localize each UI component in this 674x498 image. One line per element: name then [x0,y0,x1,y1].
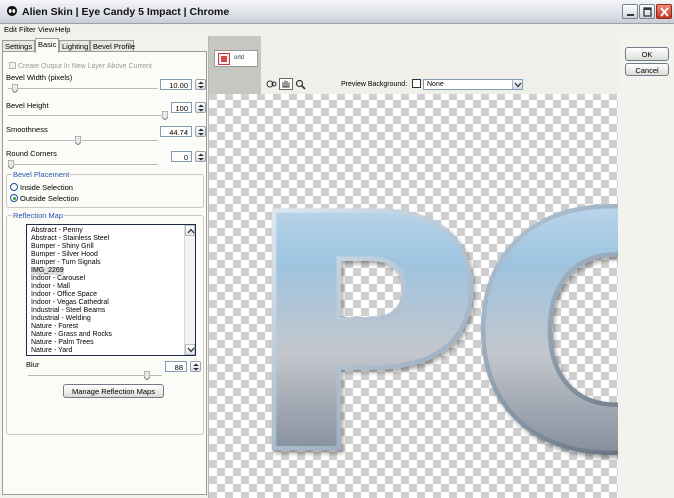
maximize-icon [643,7,652,17]
list-item[interactable]: Nature - Yard [31,347,72,355]
blur-slider-thumb[interactable] [144,371,150,380]
list-item[interactable]: Bumper - Silver Hood [31,251,98,259]
bevel-height-spinner[interactable] [195,102,206,113]
manage-reflection-maps-button[interactable]: Manage Reflection Maps [63,384,164,398]
spinner-icon [198,81,204,89]
blur-spinner[interactable] [190,361,201,372]
menu-bar: Edit Filter View Help [0,24,674,36]
smoothness-slider-thumb[interactable] [75,136,81,145]
scroll-down-button[interactable] [185,344,195,355]
close-icon [660,7,669,17]
minimize-icon [627,14,634,16]
blur-field[interactable]: 88 [165,361,187,372]
reflection-map-list[interactable]: Abstract - Penny Abstract - Stainless Ste… [26,224,196,356]
bevel-height-label: Bevel Height [6,101,49,110]
reflection-map-title: Reflection Map [12,211,65,220]
list-item[interactable]: Industrial - Steel Beams [31,307,105,315]
blur-slider-track[interactable] [28,375,162,377]
cancel-button[interactable]: Cancel [625,63,669,76]
window-title: Alien Skin | Eye Candy 5 Impact | Chrome [22,6,230,18]
spinner-icon [198,153,204,161]
dialog-buttons-panel: OK Cancel [618,36,674,498]
round-corners-slider-track[interactable] [8,164,158,166]
maximize-button[interactable] [639,4,655,19]
preview-letters: PC [247,150,618,498]
smoothness-slider-track[interactable] [8,140,158,142]
bevel-placement-group: Bevel Placement Inside Selection Outside… [6,170,204,208]
inside-selection-label: Inside Selection [20,183,73,192]
tab-basic[interactable]: Basic [35,38,59,53]
bevel-height-slider-thumb[interactable] [162,111,168,120]
bevel-placement-title: Bevel Placement [12,170,71,179]
list-item[interactable]: Indoor - Office Space [31,291,97,299]
bevel-width-spinner[interactable] [195,79,206,90]
settings-panel: Settings Basic Lighting Bevel Profile Cr… [0,36,209,498]
preview-image: PC [243,146,619,498]
list-item[interactable]: Bumper - Turn Signals [31,259,101,267]
blur-label: Blur [26,360,40,369]
smoothness-label: Smoothness [6,125,48,134]
create-output-checkbox[interactable]: Create Output In New Layer Above Current [9,62,152,70]
smoothness-spinner[interactable] [195,126,206,137]
list-item[interactable]: Nature - Forest [31,323,78,331]
preview-canvas[interactable]: orld Preview Background: None PC [209,36,618,498]
smoothness-field[interactable]: 44.74 [160,126,192,137]
round-corners-spinner[interactable] [195,151,206,162]
round-corners-label: Round Corners [6,149,57,158]
preview-text-art: PC [243,146,619,498]
list-item[interactable]: Bumper - Shiny Grill [31,243,94,251]
bevel-width-slider-thumb[interactable] [12,84,18,93]
reflection-map-scrollbar[interactable] [184,225,195,355]
bevel-width-label: Bevel Width (pixels) [6,73,73,82]
ok-button[interactable]: OK [625,47,669,61]
alien-skin-icon [7,6,17,16]
list-item[interactable]: Indoor - Vegas Cathedral [31,299,109,307]
list-item[interactable]: Industrial - Welding [31,315,91,323]
chevron-down-icon [187,347,195,353]
outside-selection-label: Outside Selection [20,194,79,203]
title-bar: Alien Skin | Eye Candy 5 Impact | Chrome [0,0,674,24]
list-item[interactable]: Abstract - Stainless Steel [31,235,109,243]
list-item[interactable]: IMG_2269 [31,267,64,275]
basic-tab-panel: Create Output In New Layer Above Current… [2,51,207,495]
list-item[interactable]: Indoor - Carousel [31,275,85,283]
round-corners-field[interactable]: 0 [171,151,192,162]
outside-selection-radio[interactable]: Outside Selection [10,194,79,203]
minimize-button[interactable] [622,4,638,19]
reflection-map-group: Reflection Map Abstract - Penny Abstract … [6,211,204,435]
list-item[interactable]: Nature - Grass and Rocks [31,331,112,339]
chevron-up-icon [187,228,195,234]
round-corners-slider-thumb[interactable] [8,160,14,169]
list-item[interactable]: Abstract - Penny [31,227,83,235]
bevel-height-field[interactable]: 100 [171,102,192,113]
spinner-icon [198,104,204,112]
spinner-icon [193,363,199,371]
bevel-height-slider-track[interactable] [8,115,168,117]
spinner-icon [198,128,204,136]
create-output-label: Create Output In New Layer Above Current [18,63,152,70]
menu-view[interactable]: View [38,25,54,34]
scroll-up-button[interactable] [185,225,195,236]
list-item[interactable]: Indoor - Mall [31,283,70,291]
inside-selection-radio[interactable]: Inside Selection [10,183,73,192]
bevel-width-slider-track[interactable] [8,88,158,90]
bevel-width-field[interactable]: 10.00 [160,79,192,90]
close-button[interactable] [656,4,672,19]
list-item[interactable]: Nature - Palm Trees [31,339,94,347]
menu-edit[interactable]: Edit [4,25,17,34]
menu-help[interactable]: Help [55,25,70,34]
menu-filter[interactable]: Filter [19,25,36,34]
